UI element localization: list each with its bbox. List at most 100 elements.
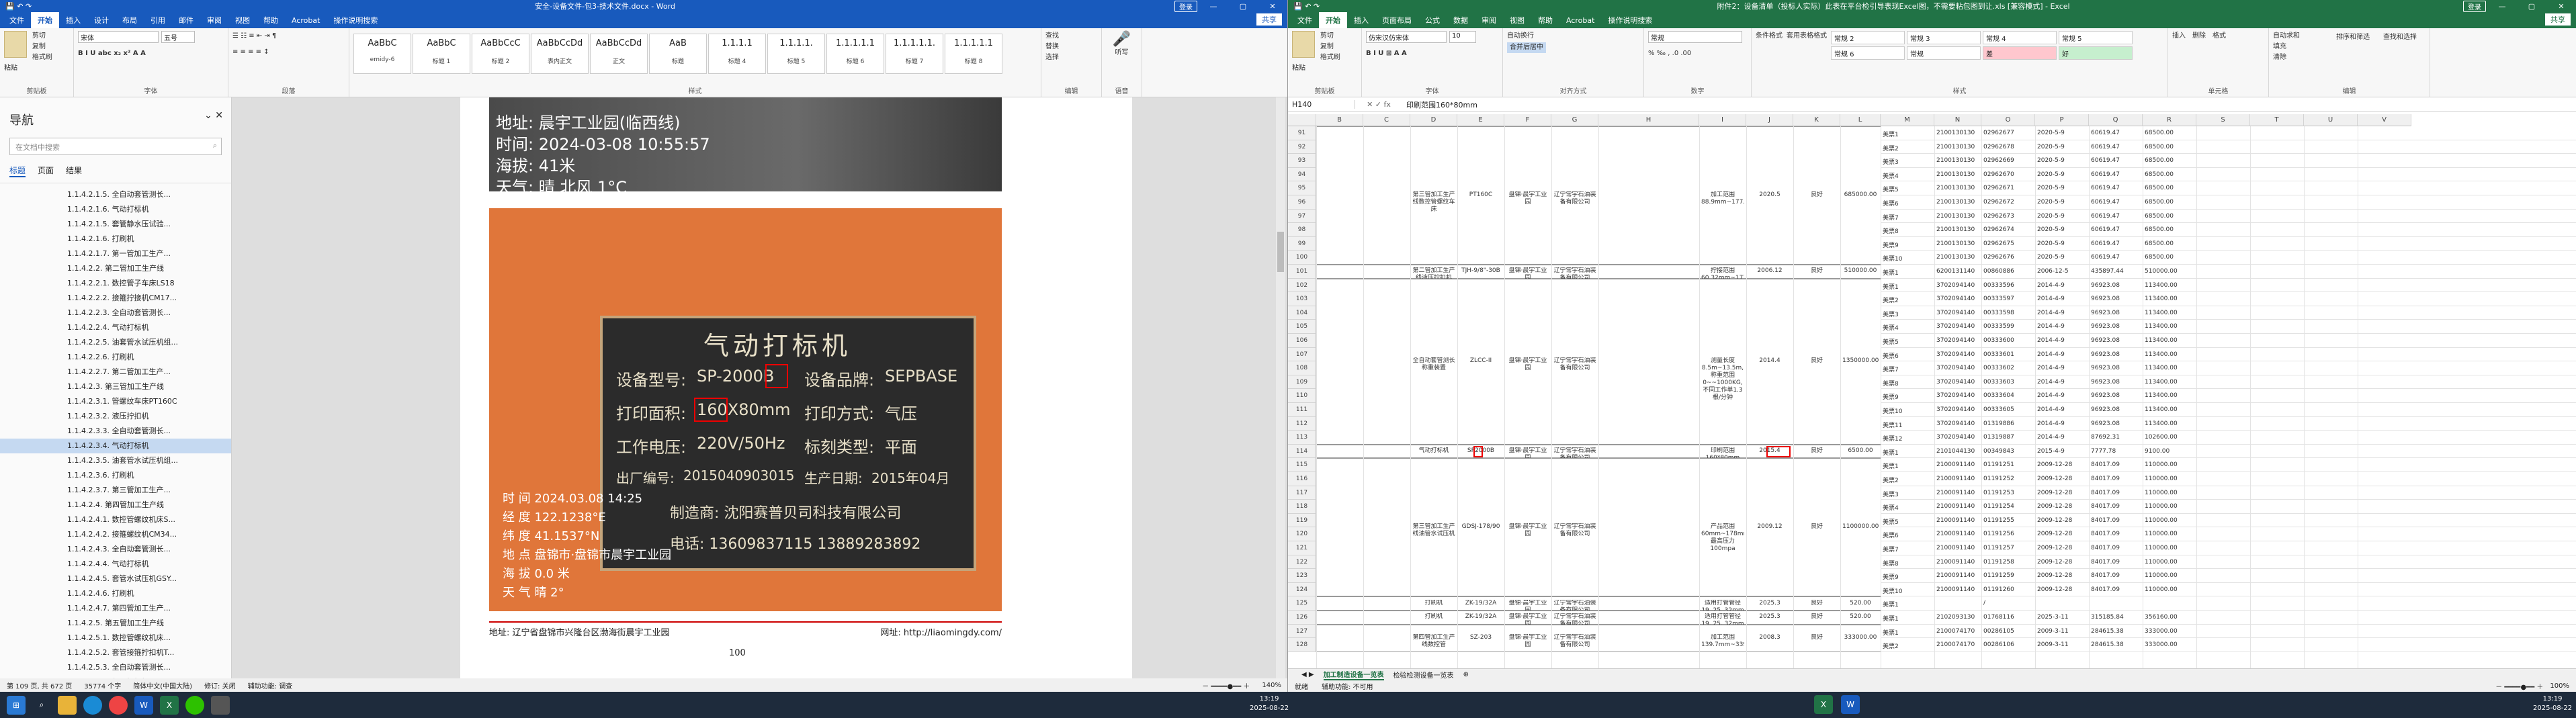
- word-tab-2[interactable]: 插入: [59, 12, 87, 28]
- grid-cell[interactable]: 2014-4-9: [2037, 351, 2087, 358]
- grid-cell[interactable]: 美票8: [1883, 379, 1932, 388]
- nav-item[interactable]: 1.1.4.2.5. 第五管加工生产线: [0, 616, 231, 631]
- name-box[interactable]: H140: [1288, 100, 1355, 109]
- merged-cell[interactable]: 510000.00: [1842, 267, 1879, 275]
- grid-cell[interactable]: 3702094140: [1936, 310, 1979, 316]
- grid-cell[interactable]: 2014-4-9: [2037, 406, 2087, 413]
- copy-button[interactable]: 复制: [32, 42, 52, 52]
- grid-cell[interactable]: 96923.08: [2091, 392, 2141, 399]
- grid-cell[interactable]: 3702094140: [1936, 365, 1979, 371]
- style-item-0[interactable]: AaBbC emidy-6: [353, 34, 411, 74]
- merged-cell[interactable]: 良好: [1795, 357, 1838, 365]
- row-header[interactable]: 105: [1288, 320, 1316, 334]
- grid-cell[interactable]: 美票7: [1883, 545, 1932, 553]
- grid-cell[interactable]: 2009-12-28: [2037, 545, 2087, 551]
- grid-cell[interactable]: 2009-3-11: [2037, 641, 2087, 648]
- grid-cell[interactable]: 3702094140: [1936, 379, 1979, 386]
- merged-cell[interactable]: 2009.12: [1748, 523, 1791, 531]
- grid-cell[interactable]: 2009-12-28: [2037, 476, 2087, 482]
- cell-style-5[interactable]: 常规: [1907, 46, 1981, 60]
- grid-cell[interactable]: 2014-4-9: [2037, 420, 2087, 427]
- grid-cell[interactable]: 60619.47: [2091, 185, 2141, 191]
- zoom-slider[interactable]: － ━━━━●━━ ＋: [1202, 680, 1250, 690]
- nav-item[interactable]: 1.1.4.2.3. 第三管加工生产线: [0, 379, 231, 394]
- row-header[interactable]: 93: [1288, 154, 1316, 168]
- grid-cell[interactable]: 2009-12-28: [2037, 503, 2087, 510]
- grid-cell[interactable]: 美票3: [1883, 310, 1932, 318]
- spreadsheet-grid[interactable]: B C D E F G H I J K L M N O P Q R S T U V 91 美票1 2100130130 0296…: [1288, 114, 2576, 668]
- grid-cell[interactable]: 96923.08: [2091, 365, 2141, 371]
- grid-cell[interactable]: 96923.08: [2091, 296, 2141, 302]
- style-item-4[interactable]: AaBbCcDd 正文: [590, 34, 648, 74]
- grid-cell[interactable]: 美票2: [1883, 144, 1932, 152]
- grid-cell[interactable]: 00333597: [1983, 296, 2033, 302]
- status-page[interactable]: 第 109 页, 共 672 页: [7, 680, 72, 690]
- grid-cell[interactable]: 美票4: [1883, 171, 1932, 180]
- grid-cell[interactable]: 美票3: [1883, 490, 1932, 498]
- nav-item[interactable]: 1.1.4.2.3.1. 管螺纹车床PT160C: [0, 394, 231, 409]
- merged-cell[interactable]: 685000.00: [1842, 191, 1879, 199]
- grid-cell[interactable]: 2014-4-9: [2037, 392, 2087, 399]
- grid-cell[interactable]: 美票9: [1883, 392, 1932, 401]
- merged-cell[interactable]: 加工范围139.7mm~339.72mm: [1701, 634, 1744, 649]
- grid-cell[interactable]: 美票11: [1883, 420, 1932, 429]
- cell-style-6[interactable]: 差: [1983, 46, 2057, 60]
- row-header[interactable]: 92: [1288, 140, 1316, 154]
- row-header[interactable]: 100: [1288, 251, 1316, 265]
- col-header[interactable]: V: [2358, 114, 2411, 126]
- grid-cell[interactable]: 02962671: [1983, 185, 2033, 191]
- merged-cell[interactable]: 打刷机: [1412, 613, 1455, 621]
- grid-cell[interactable]: 2100091140: [1936, 517, 1979, 524]
- edge-icon[interactable]: [83, 695, 102, 715]
- col-header[interactable]: B: [1316, 114, 1363, 126]
- excel-tab-10[interactable]: 操作说明搜索: [1601, 12, 1659, 28]
- word-tab-4[interactable]: 布局: [116, 12, 144, 28]
- row-header[interactable]: 123: [1288, 569, 1316, 583]
- grid-cell[interactable]: 333000.00: [2145, 628, 2194, 635]
- row-header[interactable]: 111: [1288, 403, 1316, 417]
- close-icon[interactable]: ✕: [1263, 2, 1282, 11]
- grid-cell[interactable]: 96923.08: [2091, 323, 2141, 330]
- style-item-7[interactable]: 1.1.1.1. 标题 5: [767, 34, 825, 74]
- grid-cell[interactable]: 01191253: [1983, 490, 2033, 496]
- nav-item[interactable]: 1.1.4.2.2.1. 数控管子车床LS18: [0, 276, 231, 291]
- merged-cell[interactable]: 良好: [1795, 600, 1838, 607]
- grid-cell[interactable]: 美票8: [1883, 226, 1932, 235]
- grid-cell[interactable]: 68500.00: [2145, 254, 2194, 261]
- grid-cell[interactable]: 84017.09: [2091, 531, 2141, 537]
- grid-cell[interactable]: 96923.08: [2091, 420, 2141, 427]
- grid-cell[interactable]: 2009-12-28: [2037, 490, 2087, 496]
- grid-cell[interactable]: 美票4: [1883, 323, 1932, 332]
- merged-cell[interactable]: 2025.3: [1748, 613, 1791, 621]
- grid-cell[interactable]: 美票1: [1883, 282, 1932, 291]
- grid-cell[interactable]: 2009-12-28: [2037, 517, 2087, 524]
- grid-cell[interactable]: 68500.00: [2145, 171, 2194, 178]
- merged-cell[interactable]: 1350000.00: [1842, 357, 1879, 365]
- nav-item[interactable]: 1.1.4.2.2.4. 气动打标机: [0, 320, 231, 335]
- grid-cell[interactable]: 3702094140: [1936, 434, 1979, 441]
- grid-cell[interactable]: 01191251: [1983, 461, 2033, 468]
- grid-cell[interactable]: 2020-5-9: [2037, 171, 2087, 178]
- grid-cell[interactable]: 美票9: [1883, 572, 1932, 581]
- grid-cell[interactable]: 284615.38: [2091, 628, 2141, 635]
- row-header[interactable]: 95: [1288, 181, 1316, 195]
- grid-cell[interactable]: 68500.00: [2145, 185, 2194, 191]
- row-header[interactable]: 122: [1288, 555, 1316, 570]
- word-tab-6[interactable]: 邮件: [172, 12, 200, 28]
- grid-cell[interactable]: 02962673: [1983, 213, 2033, 220]
- word-tab-0[interactable]: 文件: [3, 12, 31, 28]
- merged-cell[interactable]: 良好: [1795, 447, 1838, 455]
- excel-taskbar-icon[interactable]: X: [160, 695, 179, 715]
- grid-cell[interactable]: 美票10: [1883, 254, 1932, 263]
- merged-cell[interactable]: 测量长度8.5m~13.5m,称重范围0~~1000KG,不同工作单1.3根/分…: [1701, 357, 1744, 402]
- grid-cell[interactable]: 美票12: [1883, 434, 1932, 443]
- find-select-button[interactable]: 查找和选择: [2383, 32, 2417, 43]
- excel-tab-8[interactable]: 帮助: [1531, 12, 1559, 28]
- grid-cell[interactable]: /: [1983, 600, 2033, 607]
- nav-item[interactable]: 1.1.4.2.4.2. 接箍螺纹机CM34...: [0, 527, 231, 542]
- grid-cell[interactable]: 356160.00: [2145, 614, 2194, 621]
- grid-cell[interactable]: 2100130130: [1936, 226, 1979, 233]
- grid-cell[interactable]: 2009-12-28: [2037, 559, 2087, 566]
- grid-cell[interactable]: 87692.31: [2091, 434, 2141, 441]
- status-words[interactable]: 35774 个字: [84, 680, 121, 690]
